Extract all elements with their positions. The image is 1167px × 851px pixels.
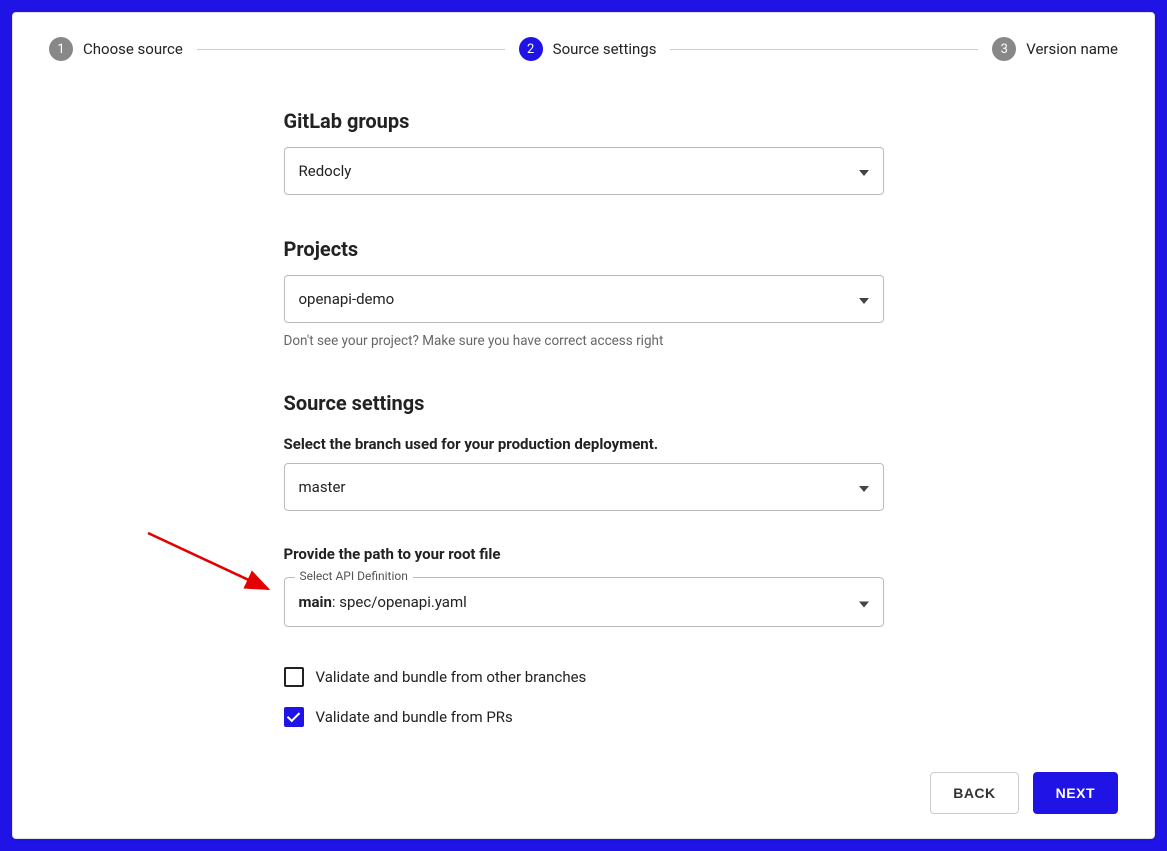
step-1-label: Choose source	[83, 40, 183, 58]
stepper: 1 Choose source 2 Source settings 3 Vers…	[49, 37, 1118, 61]
validate-branches-checkbox[interactable]: Validate and bundle from other branches	[284, 667, 884, 687]
wizard-card: 1 Choose source 2 Source settings 3 Vers…	[12, 12, 1155, 839]
step-3[interactable]: 3 Version name	[992, 37, 1118, 61]
projects-value: openapi-demo	[299, 290, 395, 308]
branch-label: Select the branch used for your producti…	[284, 435, 884, 453]
root-file-label: Provide the path to your root file	[284, 545, 884, 563]
api-definition-value: main: spec/openapi.yaml	[299, 593, 467, 611]
step-2[interactable]: 2 Source settings	[519, 37, 657, 61]
validate-branches-label: Validate and bundle from other branches	[316, 668, 587, 686]
projects-select[interactable]: openapi-demo	[284, 275, 884, 323]
gitlab-groups-select[interactable]: Redocly	[284, 147, 884, 195]
step-3-label: Version name	[1026, 40, 1118, 58]
chevron-down-icon	[859, 162, 869, 180]
branch-select[interactable]: master	[284, 463, 884, 511]
next-button[interactable]: NEXT	[1033, 772, 1118, 814]
gitlab-groups-value: Redocly	[299, 162, 352, 180]
chevron-down-icon	[859, 593, 869, 612]
chevron-down-icon	[859, 290, 869, 308]
api-definition-legend: Select API Definition	[295, 569, 413, 583]
validate-prs-checkbox[interactable]: Validate and bundle from PRs	[284, 707, 884, 727]
source-settings-heading: Source settings	[284, 391, 884, 415]
step-2-number: 2	[519, 37, 543, 61]
step-line	[670, 49, 978, 50]
step-3-number: 3	[992, 37, 1016, 61]
projects-helper-text: Don't see your project? Make sure you ha…	[284, 333, 884, 349]
checkbox-checked-icon	[284, 707, 304, 727]
checkbox-unchecked-icon	[284, 667, 304, 687]
step-1-number: 1	[49, 37, 73, 61]
gitlab-groups-heading: GitLab groups	[284, 109, 884, 133]
step-2-label: Source settings	[553, 40, 657, 58]
form-content: GitLab groups Redocly Projects openapi-d…	[284, 109, 884, 772]
step-line	[197, 49, 505, 50]
projects-heading: Projects	[284, 237, 884, 261]
branch-value: master	[299, 478, 346, 496]
back-button[interactable]: BACK	[930, 772, 1018, 814]
footer-buttons: BACK NEXT	[49, 772, 1118, 814]
checkbox-group: Validate and bundle from other branches …	[284, 667, 884, 727]
api-definition-select[interactable]: Select API Definition main: spec/openapi…	[284, 577, 884, 627]
step-1[interactable]: 1 Choose source	[49, 37, 183, 61]
validate-prs-label: Validate and bundle from PRs	[316, 708, 513, 726]
chevron-down-icon	[859, 478, 869, 496]
